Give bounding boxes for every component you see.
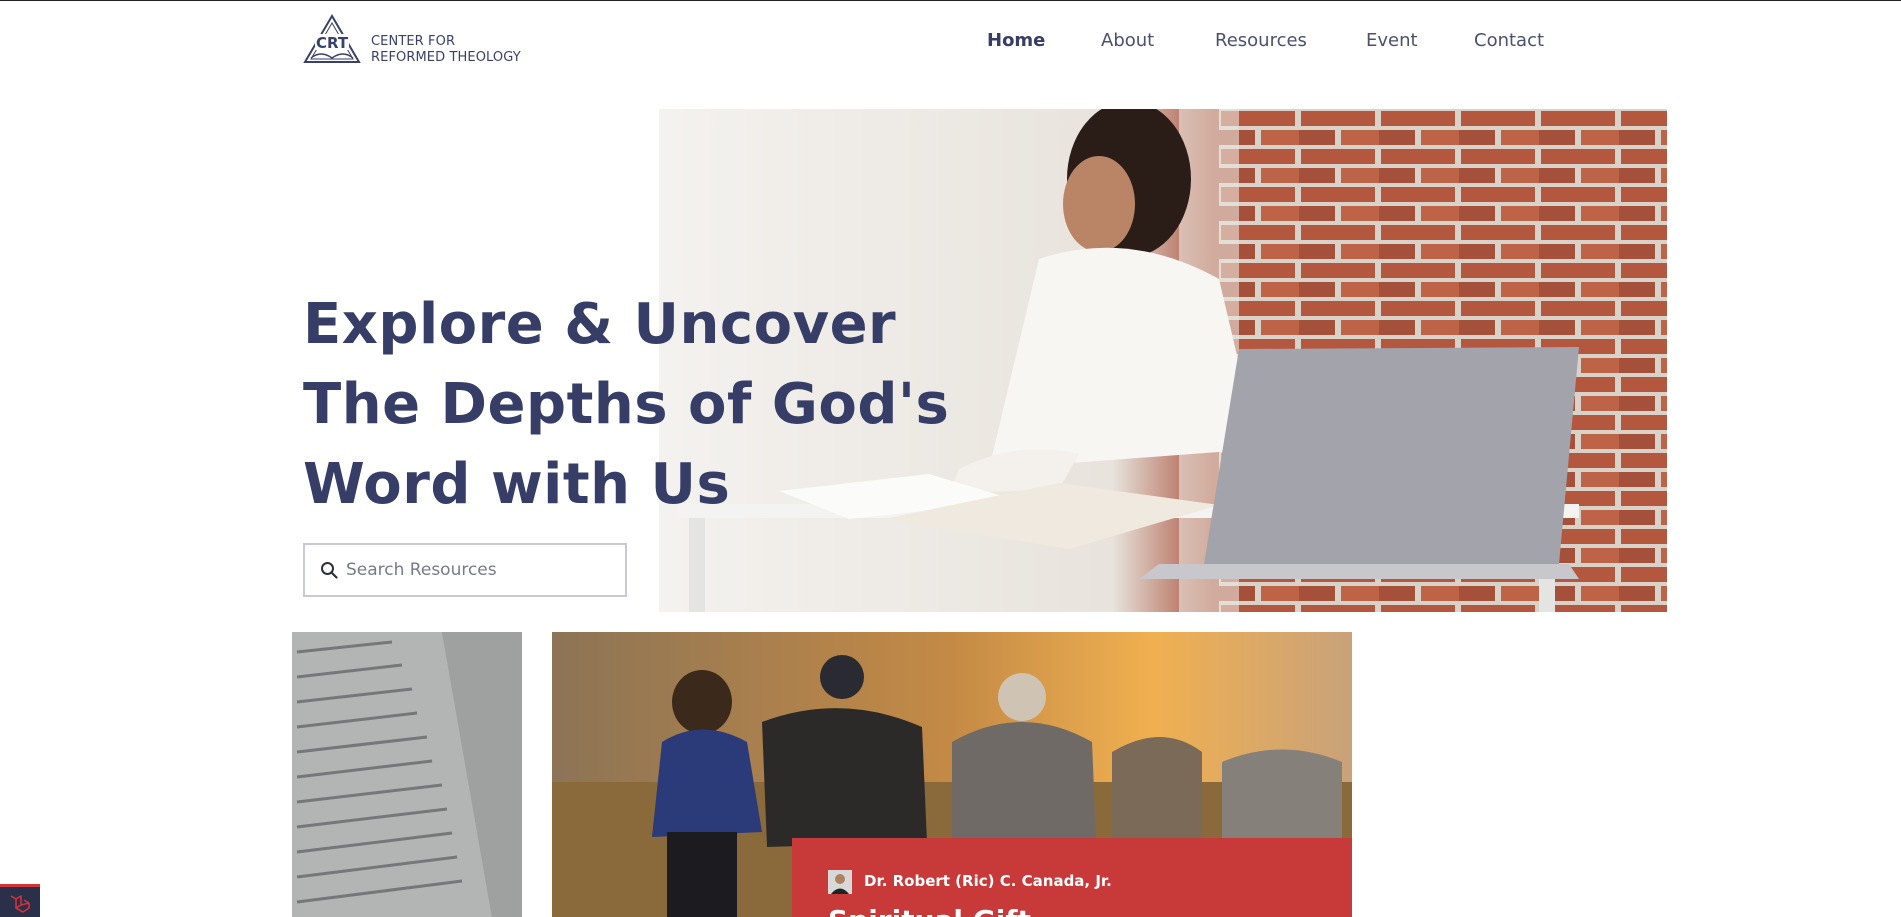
laravel-debug-badge[interactable] — [0, 884, 40, 917]
author-avatar — [828, 870, 852, 894]
hero-headline: Explore & Uncover The Depths of God's Wo… — [303, 285, 950, 525]
open-book-photo-icon — [292, 632, 522, 917]
search-input[interactable] — [346, 560, 616, 580]
search-icon — [321, 562, 338, 579]
nav-resources-link[interactable]: Resources — [1215, 30, 1307, 51]
window-top-border — [0, 0, 1901, 1]
crt-logo[interactable]: CRT CENTER FOR REFORMED THEOLOGY — [303, 14, 533, 66]
event-author-name: Dr. Robert (Ric) C. Canada, Jr. — [864, 872, 1112, 890]
logo-wordmark: CENTER FOR REFORMED THEOLOGY — [371, 34, 521, 66]
nav-about-link[interactable]: About — [1101, 30, 1154, 51]
hero-headline-line-3: Word with Us — [303, 452, 731, 517]
hero-headline-line-2: The Depths of God's — [303, 372, 950, 437]
logo-line-2: REFORMED THEOLOGY — [371, 50, 521, 65]
event-info-panel: Dr. Robert (Ric) C. Canada, Jr. Spiritua… — [792, 838, 1352, 917]
nav-contact-link[interactable]: Contact — [1474, 30, 1544, 51]
nav-event-link[interactable]: Event — [1366, 30, 1418, 51]
logo-mark-text: CRT — [316, 34, 349, 52]
open-book-resource-card[interactable] — [292, 632, 522, 917]
nav-home-link[interactable]: Home — [987, 30, 1045, 51]
event-title[interactable]: Spiritual Gift — [828, 904, 1031, 917]
laravel-logo-icon — [10, 895, 30, 913]
logo-line-1: CENTER FOR — [371, 34, 456, 49]
event-resource-card[interactable]: Dr. Robert (Ric) C. Canada, Jr. Spiritua… — [552, 632, 1352, 917]
search-resources-box[interactable] — [303, 543, 627, 597]
hero-headline-line-1: Explore & Uncover — [303, 292, 897, 357]
crt-triangle-logo-icon: CRT — [303, 14, 361, 63]
